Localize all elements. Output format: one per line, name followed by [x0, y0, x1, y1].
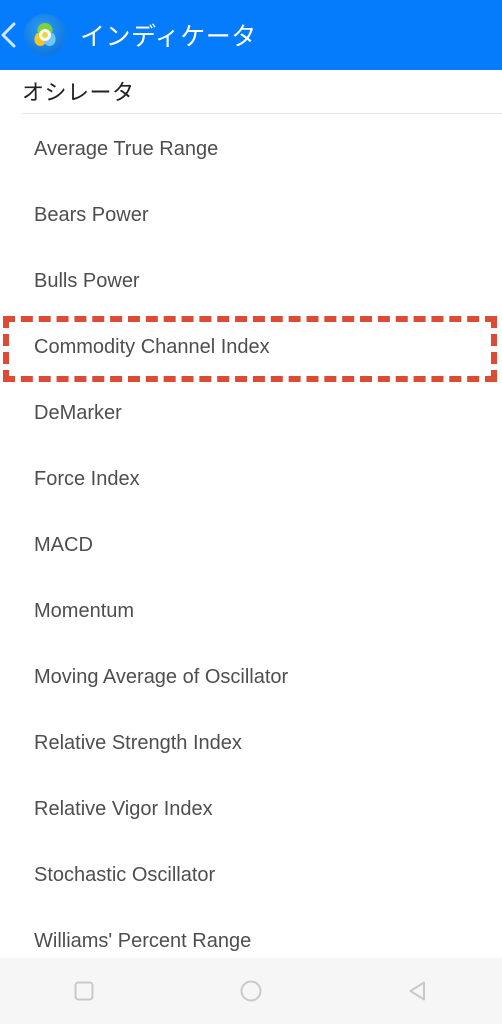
page-title: インディケータ	[80, 23, 257, 51]
list-item-label: Momentum	[34, 599, 135, 622]
metatrader-app-icon[interactable]	[24, 14, 66, 56]
android-navigation-bar	[0, 958, 502, 1024]
home-circle-icon	[237, 977, 265, 1005]
app-bar: インディケータ	[0, 0, 502, 70]
recents-button[interactable]	[49, 958, 119, 1024]
list-item[interactable]: Momentum	[0, 578, 502, 644]
list-item[interactable]: Stochastic Oscillator	[0, 842, 502, 908]
chevron-left-icon	[0, 20, 18, 50]
list-item-label: Moving Average of Oscillator	[34, 665, 289, 688]
list-item-label: Relative Vigor Index	[34, 797, 213, 820]
section-header-label: オシレータ	[22, 80, 135, 105]
back-nav-button[interactable]	[383, 958, 453, 1024]
list-item[interactable]: Bulls Power	[0, 248, 502, 314]
indicator-list: Average True Range Bears Power Bulls Pow…	[0, 116, 502, 974]
list-item[interactable]: Moving Average of Oscillator	[0, 644, 502, 710]
app-screen: インディケータ オシレータ Average True Range Bears P…	[0, 0, 502, 1024]
list-item[interactable]: Relative Strength Index	[0, 710, 502, 776]
list-item-label: Williams' Percent Range	[34, 929, 252, 952]
list-item[interactable]: Average True Range	[0, 116, 502, 182]
list-item-commodity-channel-index[interactable]: Commodity Channel Index	[0, 314, 502, 380]
list-item[interactable]: Force Index	[0, 446, 502, 512]
list-item-label: MACD	[34, 533, 93, 556]
section-divider	[22, 113, 502, 114]
section-header: オシレータ	[0, 70, 502, 112]
back-button[interactable]	[0, 0, 20, 70]
list-item[interactable]: MACD	[0, 512, 502, 578]
list-item[interactable]: Relative Vigor Index	[0, 776, 502, 842]
list-item-label: Commodity Channel Index	[34, 335, 270, 358]
list-item-label: DeMarker	[34, 401, 122, 424]
back-triangle-icon	[405, 978, 431, 1004]
list-item-label: Bulls Power	[34, 269, 140, 292]
list-item[interactable]: Bears Power	[0, 182, 502, 248]
list-item-label: Average True Range	[34, 137, 219, 160]
recents-square-icon	[71, 978, 97, 1004]
list-item[interactable]: DeMarker	[0, 380, 502, 446]
list-item-label: Force Index	[34, 467, 140, 490]
list-item-label: Stochastic Oscillator	[34, 863, 216, 886]
home-button[interactable]	[216, 958, 286, 1024]
list-item-label: Relative Strength Index	[34, 731, 242, 754]
list-item-label: Bears Power	[34, 203, 149, 226]
